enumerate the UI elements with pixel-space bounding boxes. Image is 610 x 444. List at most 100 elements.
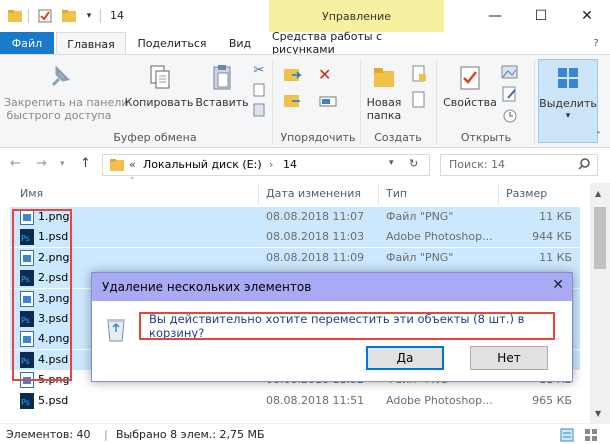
maximize-button[interactable]: ☐ xyxy=(518,0,564,32)
psd-file-icon: Ps xyxy=(20,392,34,409)
paste-shortcut-icon[interactable] xyxy=(250,103,268,123)
up-icon[interactable]: ↑ xyxy=(80,156,91,171)
address-drive[interactable]: Локальный диск (E:) xyxy=(143,158,262,171)
copy-path-icon[interactable] xyxy=(250,83,268,103)
address-chevrons[interactable]: « xyxy=(129,158,136,171)
thumbnails-view-icon[interactable] xyxy=(584,428,598,444)
collapse-ribbon-icon[interactable]: ˄ xyxy=(596,131,601,142)
open-icon[interactable] xyxy=(500,63,524,85)
copy-button[interactable]: Копировать xyxy=(124,63,194,109)
tab-file[interactable]: Файл xyxy=(0,32,54,54)
column-divider[interactable] xyxy=(378,183,379,205)
copy-to-icon[interactable] xyxy=(282,91,306,117)
scroll-thumb[interactable] xyxy=(594,207,606,269)
png-file-icon xyxy=(20,331,34,348)
new-folder-button[interactable]: Новая папка xyxy=(362,63,406,122)
address-dropdown-icon[interactable]: ▾ xyxy=(389,158,394,168)
column-name[interactable]: Имя xyxy=(20,187,43,200)
pin-icon xyxy=(51,65,70,87)
rename-icon[interactable] xyxy=(318,91,342,117)
tab-view[interactable]: Вид xyxy=(220,32,260,54)
file-name: 1.psd xyxy=(38,230,69,244)
new-folder-line2: папка xyxy=(366,109,402,122)
properties-button[interactable]: Свойства xyxy=(440,63,500,109)
refresh-icon[interactable]: ↻ xyxy=(409,157,418,170)
delete-icon[interactable]: ✕ xyxy=(318,65,342,91)
pin-quick-access-button[interactable]: Закрепить на панели быстрого доступа xyxy=(4,63,128,122)
properties-label: Свойства xyxy=(443,96,497,109)
dialog-title-bar: Удаление нескольких элементов ✕ xyxy=(92,273,572,301)
tab-share[interactable]: Поделиться xyxy=(132,32,212,54)
column-headers: ˄ Имя Дата изменения Тип Размер xyxy=(0,177,590,205)
select-icon xyxy=(558,68,578,88)
dialog-title: Удаление нескольких элементов xyxy=(102,280,312,294)
group-separator xyxy=(360,59,361,145)
dialog-close-icon[interactable]: ✕ xyxy=(552,277,564,293)
cut-icon[interactable]: ✂ xyxy=(250,63,268,83)
column-size[interactable]: Размер xyxy=(506,187,547,200)
address-field[interactable]: « Локальный диск (E:) › 14 ▾ ↻ xyxy=(102,154,430,176)
file-size: 11 КБ xyxy=(539,250,572,264)
column-type[interactable]: Тип xyxy=(386,187,407,200)
recent-dropdown-icon[interactable]: ▾ xyxy=(60,159,65,169)
explorer-window: ▾ 14 Управление — ☐ ✕ Файл Главная Подел… xyxy=(0,0,610,444)
copy-icon xyxy=(150,65,170,89)
new-folder-line1: Новая xyxy=(366,96,402,109)
close-button[interactable]: ✕ xyxy=(564,0,610,32)
tab-home[interactable]: Главная xyxy=(56,32,126,55)
svg-text:Ps: Ps xyxy=(21,234,30,243)
move-to-icon[interactable] xyxy=(282,65,306,91)
pin-label-line2: быстрого доступа xyxy=(6,109,112,122)
details-view-icon[interactable] xyxy=(560,428,574,444)
psd-file-icon: Ps xyxy=(20,229,34,246)
file-row[interactable]: 2.png 08.08.2018 11:09 Файл "PNG" 11 КБ xyxy=(10,247,580,268)
address-folder[interactable]: 14 xyxy=(283,158,297,171)
properties-icon xyxy=(460,66,480,90)
search-input[interactable]: Поиск: 14 xyxy=(440,154,598,176)
delete-confirm-dialog: Удаление нескольких элементов ✕ Вы дейст… xyxy=(91,272,573,382)
no-button[interactable]: Нет xyxy=(470,346,548,370)
file-type: Файл "PNG" xyxy=(386,250,454,264)
file-size: 11 КБ xyxy=(539,210,572,223)
group-separator xyxy=(436,59,437,145)
vertical-scrollbar[interactable]: ▲ ▼ xyxy=(590,183,610,423)
minimize-button[interactable]: — xyxy=(472,0,518,32)
help-icon[interactable]: ? xyxy=(586,32,606,54)
edit-icon[interactable] xyxy=(500,85,524,107)
back-icon[interactable]: ← xyxy=(10,156,21,171)
history-icon[interactable] xyxy=(500,107,524,125)
file-row[interactable]: Ps 1.psd 08.08.2018 11:03 Adobe Photoshop..… xyxy=(10,227,580,248)
select-label: Выделить xyxy=(539,97,597,110)
status-bar: Элементов: 40 | Выбрано 8 элем.: 2,75 МБ xyxy=(0,423,610,444)
file-name: 5.png xyxy=(38,373,70,387)
select-button[interactable]: Выделить ▾ xyxy=(538,59,598,143)
qat-dropdown-icon[interactable]: ▾ xyxy=(82,7,96,25)
column-divider[interactable] xyxy=(498,183,499,205)
psd-file-icon: Ps xyxy=(20,270,34,287)
scroll-down-icon[interactable]: ▼ xyxy=(595,409,601,418)
easy-access-icon[interactable] xyxy=(410,91,430,117)
svg-text:Ps: Ps xyxy=(21,357,30,366)
tab-picture-tools[interactable]: Средства работы с рисунками xyxy=(272,30,442,56)
file-date: 08.08.2018 11:03 xyxy=(266,230,365,244)
column-date[interactable]: Дата изменения xyxy=(266,187,361,200)
paste-button[interactable]: Вставить xyxy=(194,63,250,109)
properties-qat-icon[interactable] xyxy=(36,7,54,25)
address-separator-icon[interactable]: › xyxy=(269,158,273,171)
scroll-up-icon[interactable]: ▲ xyxy=(595,189,601,198)
sort-indicator-icon: ˄ xyxy=(130,177,135,187)
column-divider[interactable] xyxy=(258,183,259,205)
file-name: 5.psd xyxy=(38,393,69,407)
new-folder-qat-icon[interactable] xyxy=(60,7,78,25)
file-row[interactable]: Ps 5.psd 08.08.2018 11:51 Adobe Photoshop..… xyxy=(10,391,580,411)
psd-file-icon: Ps xyxy=(20,311,34,327)
forward-icon[interactable]: → xyxy=(36,156,47,171)
yes-button[interactable]: Да xyxy=(366,346,444,370)
file-date: 08.08.2018 11:07 xyxy=(266,210,365,223)
file-row[interactable]: 1.png 08.08.2018 11:07 Файл "PNG" 11 КБ xyxy=(10,207,580,227)
clipboard-small-buttons: ✂ xyxy=(250,63,268,123)
new-item-icon[interactable] xyxy=(410,65,430,91)
group-open-label: Открыть xyxy=(460,131,512,144)
file-name: 4.png xyxy=(38,332,70,346)
paste-label: Вставить xyxy=(195,96,249,109)
